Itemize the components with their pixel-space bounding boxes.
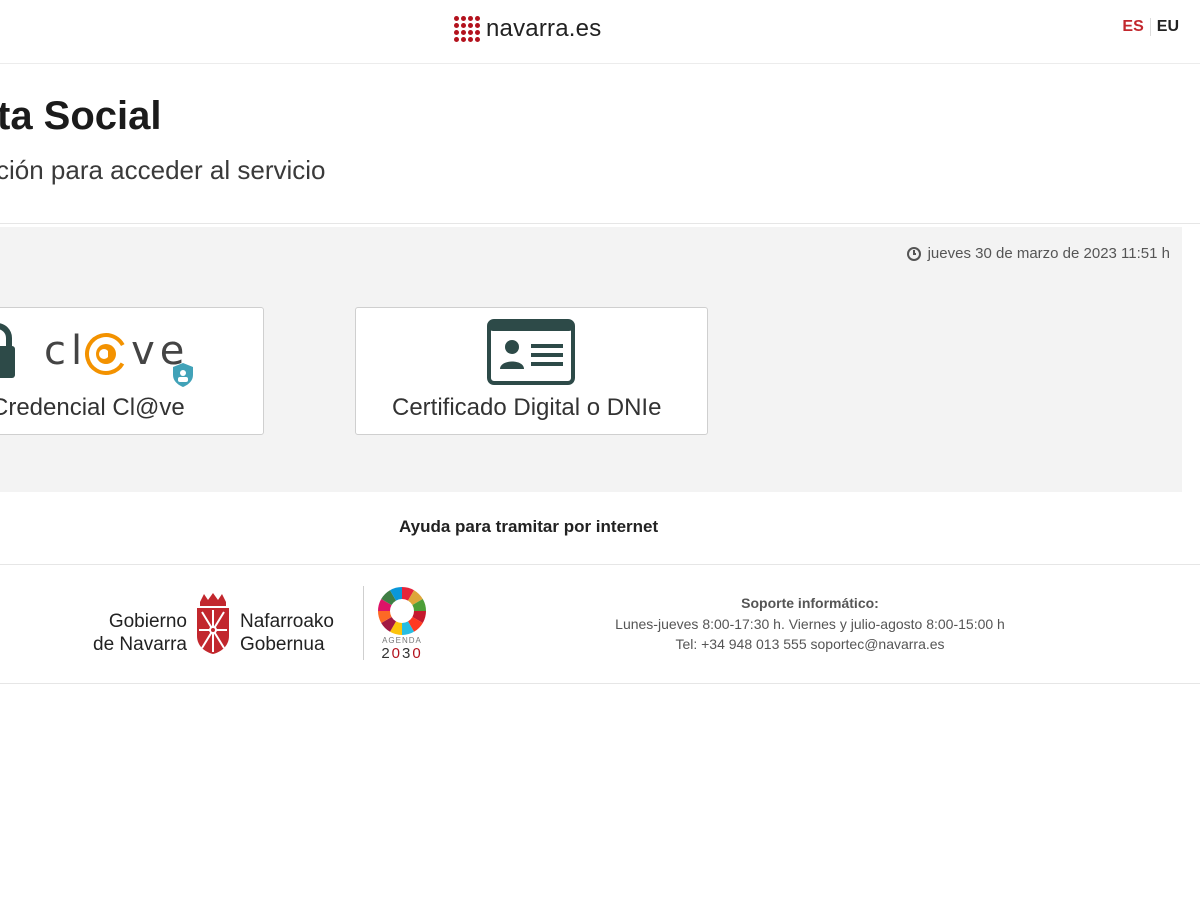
footer-bottom-divider	[0, 683, 1200, 684]
page-title: ta Social	[0, 94, 162, 138]
government-es-line1: Gobierno	[108, 611, 187, 632]
clave-login-button[interactable]: cl ve Credencial Cl@ve	[0, 307, 264, 435]
government-name-es: Gobierno de Navarra	[80, 610, 187, 656]
navarra-coat-of-arms-icon	[197, 593, 229, 654]
language-switcher: ES EU	[1122, 18, 1179, 36]
clock-icon	[906, 246, 921, 261]
footer-vertical-divider	[363, 586, 364, 660]
clave-label: Credencial Cl@ve	[0, 394, 185, 421]
support-info: Soporte informático: Lunes-jueves 8:00-1…	[560, 593, 1060, 655]
datetime-text: jueves 30 de marzo de 2023 11:51 h	[927, 245, 1170, 262]
help-link[interactable]: Ayuda para tramitar por internet	[399, 517, 658, 537]
navarra-dots-logo-icon	[454, 16, 480, 42]
support-hours: Lunes-jueves 8:00-17:30 h. Viernes y jul…	[615, 615, 1005, 632]
user-shield-icon	[173, 363, 193, 387]
brand-logo[interactable]: navarra.es	[454, 14, 601, 44]
government-es-line2: de Navarra	[93, 634, 187, 655]
support-contact: Tel: +34 948 013 555 soportec@navarra.es	[675, 636, 945, 652]
current-datetime: jueves 30 de marzo de 2023 11:51 h	[906, 245, 1170, 262]
page-subtitle: ción para acceder al servicio	[0, 155, 326, 185]
site-header: navarra.es ES EU	[0, 0, 1200, 64]
certificate-label: Certificado Digital o DNIe	[392, 394, 662, 421]
government-name-eu: Nafarroako Gobernua	[240, 610, 334, 656]
id-card-icon	[487, 319, 575, 385]
brand-name: navarra.es	[486, 15, 602, 42]
agenda-label: AGENDA	[382, 636, 422, 645]
padlock-icon	[0, 323, 15, 378]
agenda-year: 2030	[381, 645, 423, 662]
footer-top-divider	[0, 564, 1200, 565]
certificate-login-button[interactable]: Certificado Digital o DNIe	[355, 307, 708, 435]
agenda-2030-logo: AGENDA 2030	[376, 586, 428, 662]
government-eu-line1: Nafarroako	[240, 611, 334, 632]
clave-at-icon	[85, 333, 127, 375]
support-title: Soporte informático:	[741, 595, 879, 611]
sdg-wheel-icon	[378, 587, 426, 635]
government-eu-line2: Gobernua	[240, 634, 325, 655]
title-divider	[0, 223, 1200, 224]
language-eu-link[interactable]: EU	[1151, 18, 1179, 36]
access-panel: jueves 30 de marzo de 2023 11:51 h cl ve …	[0, 227, 1182, 492]
language-es-link[interactable]: ES	[1122, 18, 1149, 36]
